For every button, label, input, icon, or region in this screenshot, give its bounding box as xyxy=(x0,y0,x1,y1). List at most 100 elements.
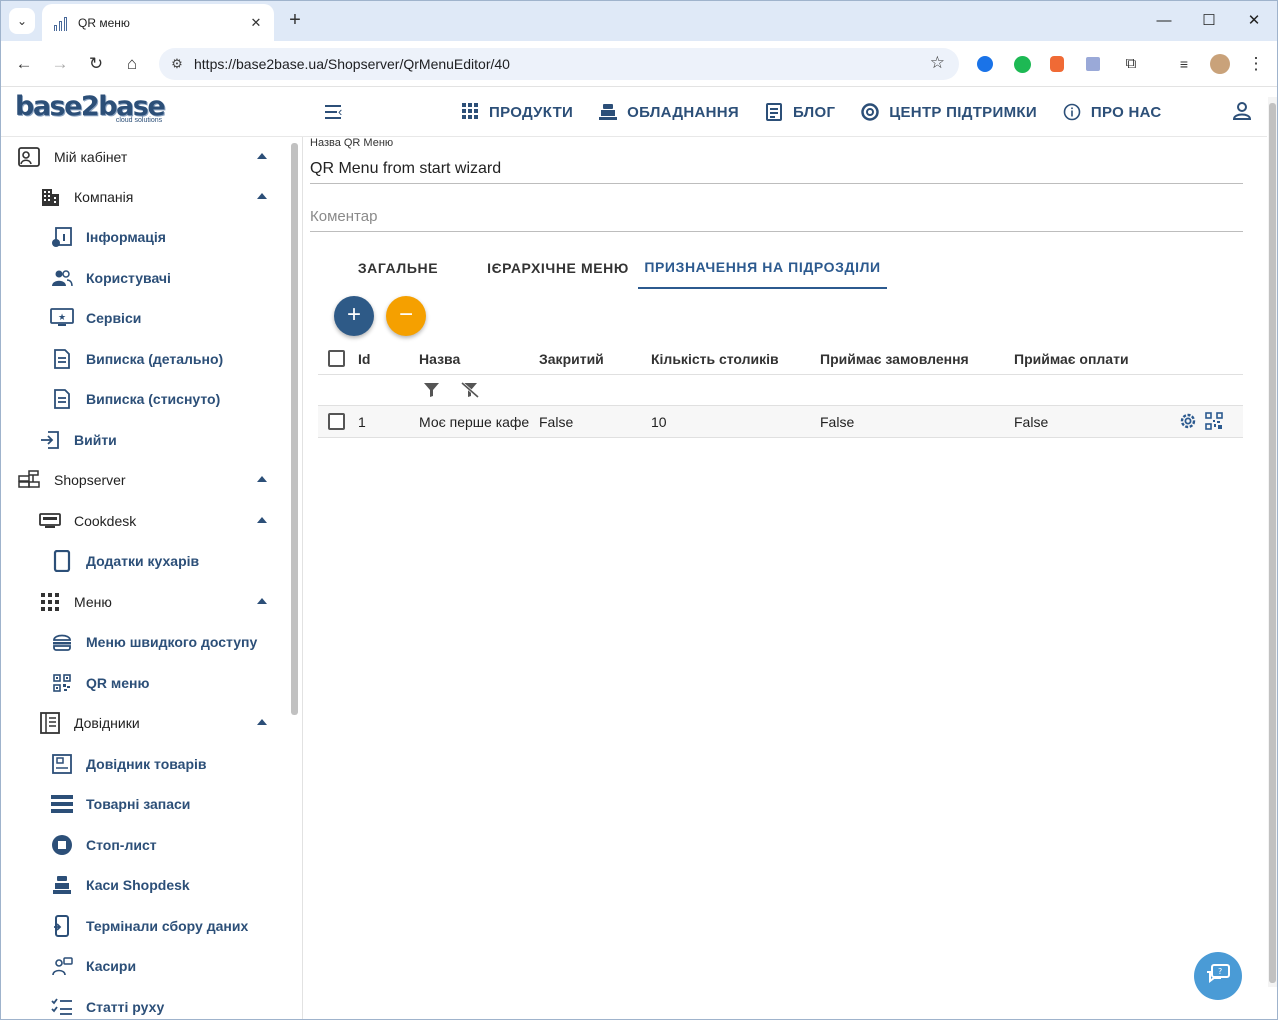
tab-general[interactable]: ЗАГАЛЬНЕ xyxy=(318,247,478,289)
caret-up-icon[interactable] xyxy=(257,476,267,482)
remove-button[interactable]: − xyxy=(386,296,426,336)
nav-about[interactable]: ПРО НАС xyxy=(1063,103,1162,121)
sidebar-item-movement-articles[interactable]: Статті руху xyxy=(1,987,286,1019)
name-field-input[interactable]: QR Menu from start wizard xyxy=(310,160,501,178)
media-icon[interactable]: ≡ xyxy=(1171,51,1197,77)
user-account-icon[interactable] xyxy=(1232,101,1254,123)
checklist-icon xyxy=(50,995,74,1019)
sidebar-item-cashiers[interactable]: Касири xyxy=(1,946,286,986)
menu-collapse-icon[interactable]: ‹ xyxy=(325,102,347,122)
select-all-checkbox[interactable] xyxy=(328,350,345,367)
maximize-button[interactable]: ☐ xyxy=(1197,9,1221,33)
nav-blog[interactable]: БЛОГ xyxy=(765,103,835,121)
nav-products[interactable]: ПРОДУКТИ xyxy=(461,103,573,121)
caret-up-icon[interactable] xyxy=(257,193,267,199)
sidebar-item-info[interactable]: Інформація xyxy=(1,217,286,257)
sidebar-item-product-catalog[interactable]: Довідник товарів xyxy=(1,744,286,784)
back-button[interactable]: ← xyxy=(11,51,37,77)
column-header-accepts-payments[interactable]: Приймає оплати xyxy=(1014,351,1129,367)
cell-id: 1 xyxy=(358,414,366,430)
sidebar-item-logout[interactable]: Вийти xyxy=(1,420,286,460)
sidebar-item-users[interactable]: Користувачі xyxy=(1,258,286,298)
nav-support[interactable]: ЦЕНТР ПІДТРИМКИ xyxy=(861,103,1037,121)
column-header-accepts-orders[interactable]: Приймає замовлення xyxy=(820,351,969,367)
sidebar-item-quick-menu[interactable]: Меню швидкого доступу xyxy=(1,622,286,662)
sidebar-item-stop-list[interactable]: Стоп-лист xyxy=(1,825,286,865)
caret-up-icon[interactable] xyxy=(257,598,267,604)
sidebar-item-directories[interactable]: Довідники xyxy=(1,703,286,743)
browser-tab[interactable]: QR меню ✕ xyxy=(42,4,274,41)
caret-up-icon[interactable] xyxy=(257,153,267,159)
sidebar-item-label: Товарні запаси xyxy=(86,796,191,812)
cell-accepts-payments: False xyxy=(1014,414,1049,430)
column-header-name[interactable]: Назва xyxy=(419,351,460,367)
sidebar-item-statement-compact[interactable]: Виписка (стиснуто) xyxy=(1,379,286,419)
kebab-menu-icon[interactable]: ⋮ xyxy=(1243,51,1269,77)
bookmark-star-icon[interactable]: ☆ xyxy=(930,53,945,73)
sidebar-item-data-terminals[interactable]: Термінали сбору даних xyxy=(1,906,286,946)
bar-chart-icon xyxy=(54,15,70,31)
nav-label: ОБЛАДНАННЯ xyxy=(627,103,739,121)
url-text[interactable]: https://base2base.ua/Shopserver/QrMenuEd… xyxy=(194,56,510,72)
home-button[interactable]: ⌂ xyxy=(119,51,145,77)
column-header-tables[interactable]: Кількість столиків xyxy=(651,351,779,367)
new-tab-button[interactable]: + xyxy=(283,9,307,33)
extension-icon[interactable] xyxy=(977,56,993,72)
column-header-closed[interactable]: Закритий xyxy=(539,351,604,367)
sidebar-scrollbar[interactable] xyxy=(291,143,298,715)
extension-green-icon[interactable] xyxy=(1014,56,1031,73)
support-chat-button[interactable]: ? xyxy=(1194,952,1242,1000)
nav-label: ПРОДУКТИ xyxy=(489,103,574,121)
address-bar[interactable]: ⚙ https://base2base.ua/Shopserver/QrMenu… xyxy=(159,48,959,80)
column-header-id[interactable]: Id xyxy=(358,351,370,367)
sidebar-item-company[interactable]: Компанія xyxy=(1,177,286,217)
cell-tables: 10 xyxy=(651,414,667,430)
sidebar-item-services[interactable]: ★ Сервіси xyxy=(1,298,286,338)
cashier-icon xyxy=(50,954,74,978)
logo[interactable]: base2base cloud solutions xyxy=(15,93,166,125)
sidebar-item-shopserver[interactable]: Shopserver xyxy=(1,460,286,500)
caret-up-icon[interactable] xyxy=(257,517,267,523)
nav-label: ЦЕНТР ПІДТРИМКИ xyxy=(889,103,1037,121)
puzzle-icon[interactable]: ⧉ xyxy=(1118,51,1144,77)
tab-title: QR меню xyxy=(78,15,130,30)
sidebar-item-statement-detailed[interactable]: Виписка (детально) xyxy=(1,339,286,379)
site-settings-icon[interactable]: ⚙ xyxy=(167,54,187,74)
monitor-star-icon: ★ xyxy=(50,306,74,330)
reload-button[interactable]: ↻ xyxy=(83,51,109,77)
page-scrollbar[interactable] xyxy=(1268,97,1277,987)
sidebar-item-qr-menu[interactable]: QR меню xyxy=(1,663,286,703)
sidebar-item-label: Сервіси xyxy=(86,310,142,326)
nav-equipment[interactable]: ОБЛАДНАННЯ xyxy=(599,103,739,121)
forward-button[interactable]: → xyxy=(47,51,73,77)
sidebar-item-cookdesk[interactable]: Cookdesk xyxy=(1,501,286,541)
row-checkbox[interactable] xyxy=(328,413,345,430)
sidebar-item-shopdesk-registers[interactable]: Каси Shopdesk xyxy=(1,865,286,905)
add-button[interactable]: + xyxy=(334,296,374,336)
profile-avatar[interactable] xyxy=(1210,54,1230,74)
settings-gear-icon[interactable] xyxy=(1179,412,1197,435)
extension-orange-icon[interactable] xyxy=(1050,56,1064,72)
page-scrollbar-thumb[interactable] xyxy=(1269,103,1276,983)
minimize-button[interactable]: — xyxy=(1152,9,1176,33)
sidebar-item-my-cabinet[interactable]: Мій кабінет xyxy=(1,137,286,177)
close-window-button[interactable]: ✕ xyxy=(1242,9,1266,33)
sidebar-item-label: Каси Shopdesk xyxy=(86,877,190,893)
tab-hierarchical-menu[interactable]: ІЄРАРХІЧНЕ МЕНЮ xyxy=(478,247,638,289)
sidebar-item-stock[interactable]: Товарні запаси xyxy=(1,784,286,824)
extension-purple-icon[interactable] xyxy=(1086,57,1100,71)
filter-icon[interactable] xyxy=(424,383,439,402)
sidebar-item-menu[interactable]: Меню xyxy=(1,582,286,622)
qr-code-icon[interactable] xyxy=(1205,412,1223,435)
close-icon[interactable]: ✕ xyxy=(244,15,268,31)
sidebar-item-label: Вийти xyxy=(74,432,117,448)
clear-filter-icon[interactable] xyxy=(461,381,479,403)
caret-up-icon[interactable] xyxy=(257,719,267,725)
grid-filter-row xyxy=(318,375,1243,406)
table-row[interactable]: 1 Моє перше кафе False 10 False False xyxy=(318,406,1243,438)
tab-department-assignment[interactable]: ПРИЗНАЧЕННЯ НА ПІДРОЗДІЛИ xyxy=(638,247,887,289)
sidebar-item-cook-apps[interactable]: Додатки кухарів xyxy=(1,541,286,581)
tab-search-button[interactable]: ⌄ xyxy=(9,8,35,34)
sidebar-item-label: Shopserver xyxy=(54,472,126,488)
comment-field-input[interactable]: Коментар xyxy=(310,208,377,225)
